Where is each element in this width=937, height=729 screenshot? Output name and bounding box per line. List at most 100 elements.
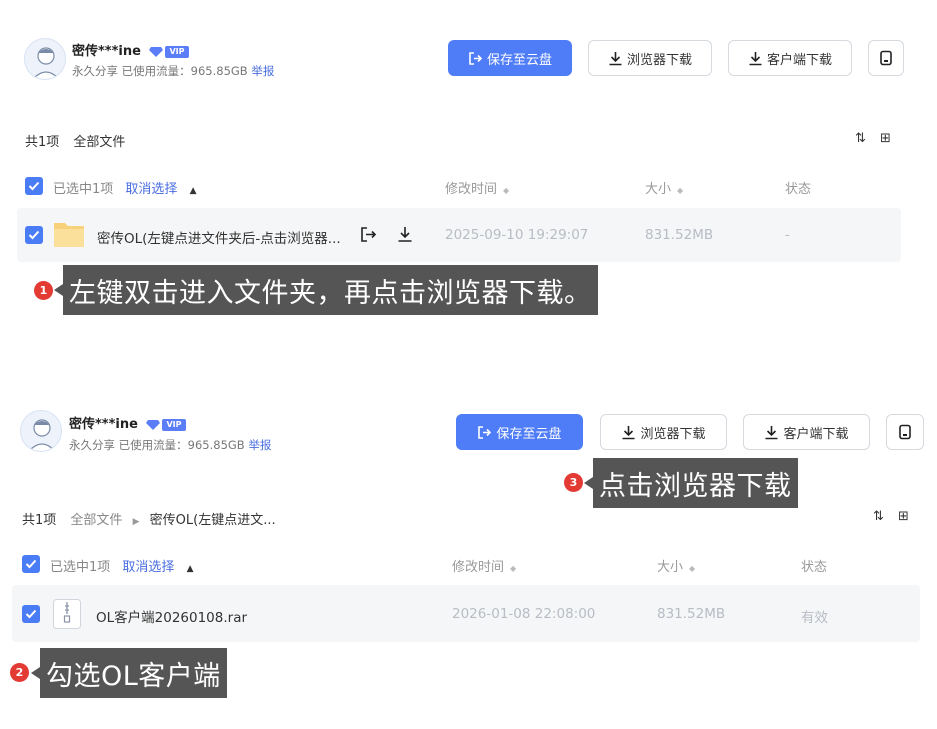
sort-icon[interactable]: ⇅	[855, 131, 868, 146]
column-size[interactable]: 大小 ◆	[657, 556, 695, 575]
report-link[interactable]: 举报	[251, 64, 274, 78]
sort-arrow-icon[interactable]: ▲	[190, 186, 197, 196]
selection-header: 已选中1项 取消选择 ▲	[53, 178, 197, 197]
device-button[interactable]	[886, 414, 924, 450]
enter-folder-icon[interactable]	[360, 226, 377, 243]
download-icon[interactable]	[397, 226, 413, 243]
save-button-label: 保存至云盘	[486, 52, 552, 68]
vip-badge: VIP	[146, 418, 186, 431]
check-icon	[25, 609, 37, 619]
check-icon	[28, 230, 40, 240]
file-name[interactable]: OL客户端20260108.rar	[96, 606, 247, 626]
callout-3: 点击浏览器下载	[584, 458, 798, 508]
client-download-label: 客户端下载	[783, 426, 849, 442]
step-badge-3: 3	[564, 473, 583, 492]
column-status: 状态	[785, 178, 811, 197]
file-status: 有效	[801, 610, 828, 626]
avatar[interactable]	[24, 38, 66, 80]
file-modified: 2025-09-10 19:29:07	[445, 227, 589, 243]
breadcrumb-root[interactable]: 全部文件	[70, 513, 122, 528]
download-icon	[609, 51, 622, 65]
column-size-label: 大小	[657, 560, 684, 575]
column-modified-label: 修改时间	[452, 560, 505, 575]
selected-count: 已选中1项	[50, 560, 111, 575]
sort-icon[interactable]: ⇅	[873, 509, 886, 524]
save-icon	[478, 425, 492, 439]
callout-2: 勾选OL客户端	[31, 648, 227, 698]
check-icon	[28, 181, 40, 191]
file-size: 831.52MB	[657, 606, 726, 622]
callout-1: 左键双击进入文件夹，再点击浏览器下载。	[54, 265, 598, 315]
vip-label: VIP	[162, 418, 186, 431]
diamond-icon	[146, 420, 161, 430]
row-checkbox[interactable]	[25, 226, 43, 244]
report-link[interactable]: 举报	[248, 438, 271, 452]
column-size[interactable]: 大小 ◆	[645, 178, 683, 197]
breadcrumb-separator-icon: ▶	[132, 517, 140, 527]
check-icon	[25, 559, 37, 569]
browser-download-label: 浏览器下载	[626, 52, 692, 68]
avatar[interactable]	[20, 410, 62, 452]
save-to-cloud-button[interactable]: 保存至云盘	[448, 40, 572, 76]
select-all-checkbox[interactable]	[25, 177, 43, 195]
share-info: 永久分享 已使用流量：965.85GB	[72, 64, 248, 78]
file-size: 831.52MB	[645, 227, 714, 243]
folder-icon	[54, 223, 84, 247]
file-modified: 2026-01-08 22:08:00	[452, 606, 596, 622]
grid-view-icon[interactable]: ⊞	[880, 131, 893, 146]
client-download-button[interactable]: 客户端下载	[728, 40, 852, 76]
step-badge-1: 1	[34, 281, 53, 300]
browser-download-label: 浏览器下载	[640, 426, 706, 442]
column-status-label: 状态	[785, 182, 812, 197]
sort-arrow-icon[interactable]: ▲	[187, 564, 194, 574]
view-tools: ⇅ ⊞	[855, 131, 893, 146]
vip-badge: VIP	[149, 45, 189, 58]
file-status: -	[785, 227, 790, 243]
item-count: 共1项	[25, 135, 60, 150]
share-info: 永久分享 已使用流量：965.85GB	[69, 438, 245, 452]
diamond-icon	[149, 47, 164, 57]
user-name-row: 密传***ine VIP	[72, 40, 189, 59]
browser-download-button[interactable]: 浏览器下载	[588, 40, 712, 76]
user-name: 密传***ine	[72, 44, 141, 59]
download-icon	[765, 425, 778, 439]
column-size-label: 大小	[645, 182, 672, 197]
download-icon	[749, 51, 762, 65]
selection-header: 已选中1项 取消选择 ▲	[50, 556, 194, 575]
user-name: 密传***ine	[69, 417, 138, 432]
item-count: 共1项	[22, 513, 57, 528]
grid-view-icon[interactable]: ⊞	[898, 509, 911, 524]
user-name-row: 密传***ine VIP	[69, 413, 186, 432]
row-checkbox[interactable]	[22, 605, 40, 623]
select-all-checkbox[interactable]	[22, 555, 40, 573]
breadcrumb-root[interactable]: 全部文件	[73, 135, 125, 150]
client-download-button[interactable]: 客户端下载	[743, 414, 870, 450]
tablet-icon	[880, 50, 892, 66]
sort-icon: ◆	[677, 186, 684, 195]
column-modified[interactable]: 修改时间 ◆	[452, 556, 516, 575]
save-icon	[469, 51, 483, 65]
step-badge-2: 2	[10, 663, 29, 682]
browser-download-button[interactable]: 浏览器下载	[600, 414, 727, 450]
archive-file-icon	[53, 599, 81, 629]
tablet-icon	[899, 424, 911, 440]
column-modified-label: 修改时间	[445, 182, 498, 197]
selected-count: 已选中1项	[53, 182, 114, 197]
share-meta: 永久分享 已使用流量：965.85GB 举报	[72, 63, 274, 79]
cancel-selection-link[interactable]: 取消选择	[125, 182, 177, 197]
file-name[interactable]: 密传OL(左键点进文件夹后-点击浏览器...	[97, 227, 341, 247]
column-status: 状态	[801, 556, 827, 575]
view-tools: ⇅ ⊞	[873, 509, 911, 524]
client-download-label: 客户端下载	[766, 52, 832, 68]
sort-icon: ◆	[503, 186, 510, 195]
save-button-label: 保存至云盘	[496, 426, 562, 442]
download-icon	[622, 425, 635, 439]
column-modified[interactable]: 修改时间 ◆	[445, 178, 509, 197]
sort-icon: ◆	[689, 564, 696, 573]
breadcrumb: 共1项 全部文件 ▶ 密传OL(左键点进文...	[22, 509, 276, 528]
device-button[interactable]	[868, 40, 904, 76]
save-to-cloud-button[interactable]: 保存至云盘	[456, 414, 583, 450]
breadcrumb-folder[interactable]: 密传OL(左键点进文...	[150, 513, 276, 528]
cancel-selection-link[interactable]: 取消选择	[122, 560, 174, 575]
vip-label: VIP	[165, 45, 189, 58]
